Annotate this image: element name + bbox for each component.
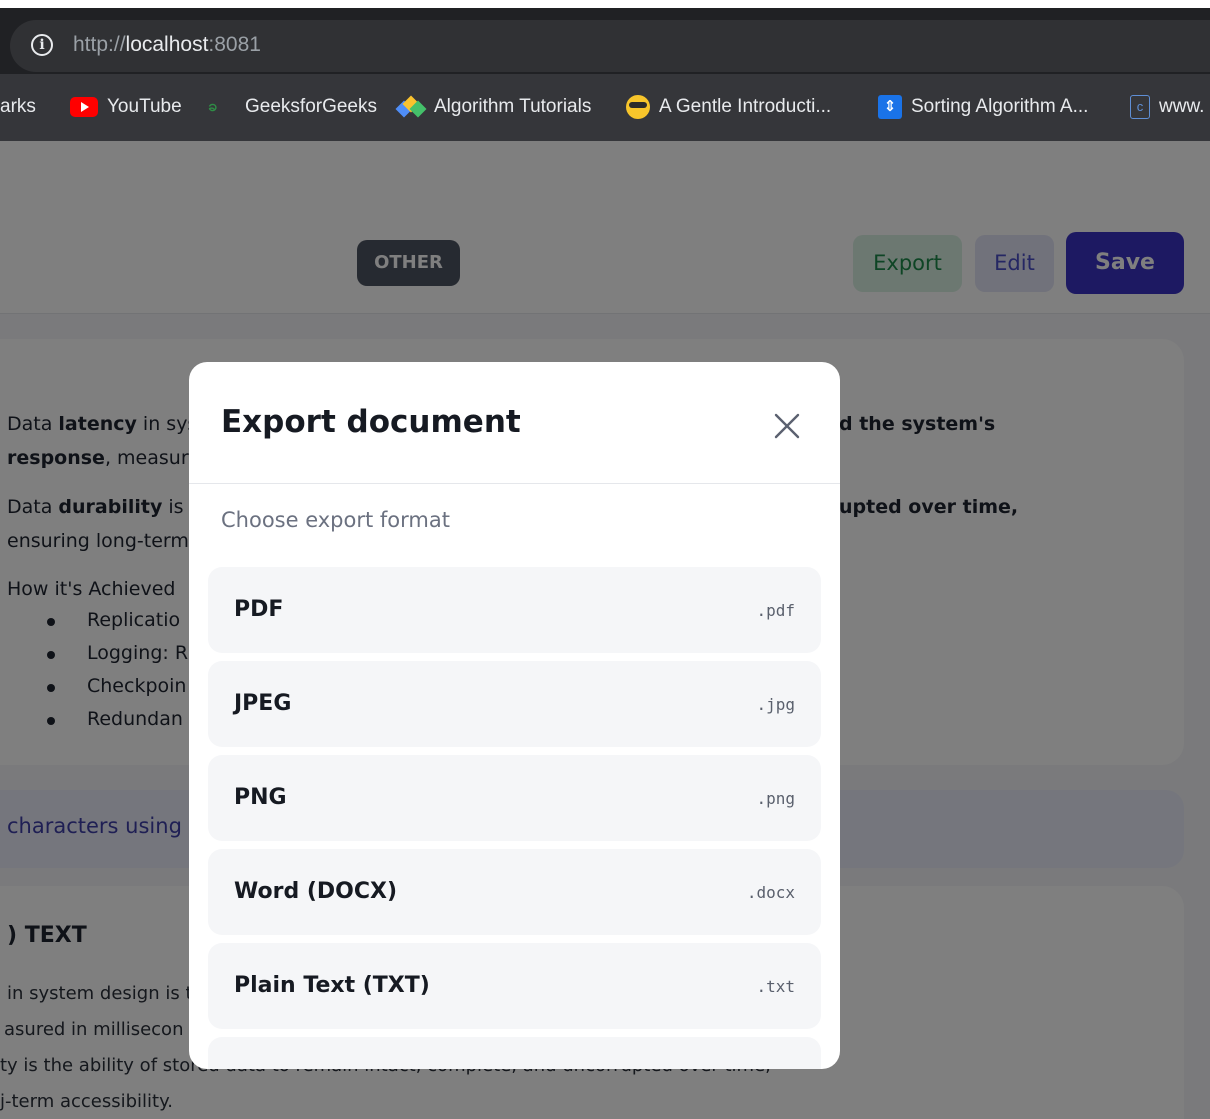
export-dialog: Export document Choose export format PDF… <box>189 362 840 1069</box>
url-port: :8081 <box>208 33 261 56</box>
url-text[interactable]: http://localhost:8081 <box>73 33 261 57</box>
algorithm-tutorials-icon <box>395 95 427 118</box>
format-option-jpeg[interactable]: JPEG .jpg <box>208 661 821 747</box>
format-name: Plain Text (TXT) <box>234 973 430 998</box>
bookmark-label: www. <box>1159 96 1205 117</box>
site-info-icon[interactable]: i <box>31 34 53 56</box>
format-option-png[interactable]: PNG .png <box>208 755 821 841</box>
format-extension: .jpg <box>756 695 795 714</box>
bookmark-label: YouTube <box>107 96 182 117</box>
format-option-pdf[interactable]: PDF .pdf <box>208 567 821 653</box>
format-name: JPEG <box>234 691 292 716</box>
url-host: localhost <box>125 33 209 56</box>
bookmark-youtube[interactable]: YouTube <box>70 94 182 120</box>
browser-chrome: i http://localhost:8081 arks YouTube ခ G… <box>0 0 1210 141</box>
geeksforgeeks-icon: ခ <box>208 98 217 115</box>
format-extension: .png <box>756 789 795 808</box>
dialog-title: Export document <box>221 404 521 440</box>
close-icon-glyph <box>774 413 800 439</box>
window-top-edge <box>0 0 1210 8</box>
bookmark-label: arks <box>0 96 36 117</box>
bookmark-www[interactable]: c www. <box>1130 94 1204 120</box>
format-option-txt[interactable]: Plain Text (TXT) .txt <box>208 943 821 1029</box>
url-scheme: http:// <box>73 33 126 56</box>
bookmark-folder[interactable]: arks <box>0 94 36 120</box>
bookmark-label: Algorithm Tutorials <box>434 96 592 117</box>
format-extension: .pdf <box>756 601 795 620</box>
format-name: PDF <box>234 597 284 622</box>
bookmark-label: GeeksforGeeks <box>245 96 377 117</box>
bookmark-sorting-algorithm[interactable]: ⇕ Sorting Algorithm A... <box>878 94 1088 120</box>
format-option-docx[interactable]: Word (DOCX) .docx <box>208 849 821 935</box>
sunglasses-emoji-icon <box>626 95 650 119</box>
bookmarks-bar: arks YouTube ခ GeeksforGeeks Algorithm T… <box>0 74 1210 141</box>
format-extension: .docx <box>746 883 795 902</box>
bookmark-geeksforgeeks[interactable]: ခ GeeksforGeeks <box>208 94 377 120</box>
format-name: Word (DOCX) <box>234 879 398 904</box>
dialog-subtitle: Choose export format <box>221 508 450 532</box>
format-name: PNG <box>234 785 287 810</box>
bookmark-label: A Gentle Introducti... <box>659 96 832 117</box>
bookmark-gentle-introduction[interactable]: A Gentle Introducti... <box>626 94 831 120</box>
c-file-icon: c <box>1130 95 1150 119</box>
address-bar[interactable]: i http://localhost:8081 <box>10 20 1210 72</box>
youtube-icon <box>70 97 98 117</box>
format-extension: .txt <box>756 977 795 996</box>
bookmark-label: Sorting Algorithm A... <box>911 96 1089 117</box>
format-option-partial[interactable] <box>208 1037 821 1069</box>
address-bar-row: i http://localhost:8081 <box>0 8 1210 74</box>
close-icon[interactable] <box>769 408 805 444</box>
dialog-divider <box>189 483 840 484</box>
sorting-algorithm-icon: ⇕ <box>878 95 902 119</box>
bookmark-algorithm-tutorials[interactable]: Algorithm Tutorials <box>395 94 592 120</box>
